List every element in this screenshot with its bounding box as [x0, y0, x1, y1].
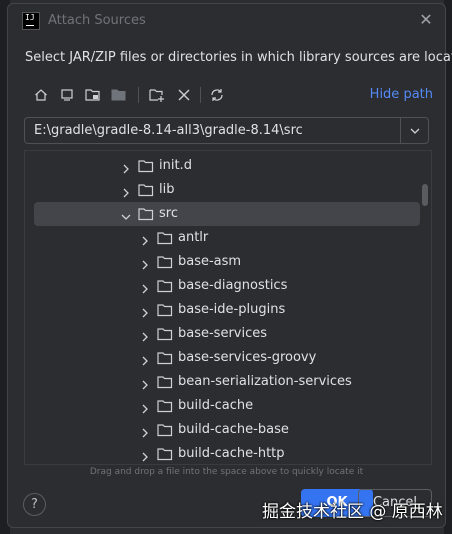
- tree-item-label: build-cache: [178, 398, 254, 413]
- tree-item-label: base-services-groovy: [178, 350, 317, 365]
- chevron-down-icon[interactable]: [408, 123, 422, 137]
- folder-icon: [138, 206, 154, 221]
- tree-item-label: base-services: [178, 326, 268, 341]
- tree-item-label: build-cache-base: [178, 422, 289, 437]
- tree-item-label: init.d: [159, 158, 192, 173]
- chevron-right-icon[interactable]: [120, 184, 132, 198]
- folder-icon: [138, 158, 154, 173]
- tree-row[interactable]: src: [25, 202, 421, 226]
- tree-row[interactable]: build-cache: [25, 394, 421, 418]
- file-chooser-toolbar: Hide path: [30, 84, 433, 106]
- selection-highlight: [34, 202, 420, 226]
- combo-divider: [400, 118, 401, 143]
- toolbar-separator: [200, 87, 201, 103]
- tree-item-label: base-asm: [178, 254, 242, 269]
- tree-row[interactable]: base-services-groovy: [25, 346, 421, 370]
- folder-icon: [157, 446, 173, 461]
- tree-row[interactable]: lib: [25, 178, 421, 202]
- tree-row[interactable]: bean-serialization-services: [25, 370, 421, 394]
- folder-icon: [157, 422, 173, 437]
- chevron-right-icon[interactable]: [139, 448, 151, 462]
- path-combobox[interactable]: E:\gradle\gradle-8.14-all3\gradle-8.14\s…: [24, 117, 429, 144]
- folder-icon: [157, 254, 173, 269]
- chevron-right-icon[interactable]: [139, 352, 151, 366]
- path-value[interactable]: E:\gradle\gradle-8.14-all3\gradle-8.14\s…: [34, 123, 303, 138]
- new-folder-icon[interactable]: [146, 84, 168, 106]
- chevron-right-icon[interactable]: [139, 232, 151, 246]
- chevron-right-icon[interactable]: [120, 160, 132, 174]
- title-bar: IJ Attach Sources ✕: [8, 4, 445, 38]
- folder-icon: [157, 350, 173, 365]
- tree-row[interactable]: build-cache-base: [25, 418, 421, 442]
- tree-item-label: antlr: [178, 230, 209, 245]
- tree-row[interactable]: antlr: [25, 226, 421, 250]
- folder-icon: [157, 278, 173, 293]
- chevron-right-icon[interactable]: [139, 256, 151, 270]
- watermark-text: 掘金技术社区 @ 原西林: [262, 502, 443, 522]
- tree-row[interactable]: base-ide-plugins: [25, 298, 421, 322]
- dialog-description: Select JAR/ZIP files or directories in w…: [25, 50, 452, 65]
- file-tree[interactable]: init.d lib src antlr base-asm base-diagnostic…: [24, 150, 432, 465]
- tree-item-label: src: [159, 206, 178, 221]
- toolbar-separator: [138, 87, 139, 103]
- tree-row[interactable]: build-cache-http: [25, 442, 421, 464]
- folder-icon: [157, 326, 173, 341]
- tree-scrollbar[interactable]: [422, 184, 428, 206]
- tree-row[interactable]: base-diagnostics: [25, 274, 421, 298]
- chevron-right-icon[interactable]: [139, 304, 151, 318]
- hide-path-link[interactable]: Hide path: [370, 87, 433, 102]
- chevron-right-icon[interactable]: [139, 400, 151, 414]
- drag-drop-hint: Drag and drop a file into the space abov…: [89, 467, 364, 477]
- tree-row[interactable]: base-asm: [25, 250, 421, 274]
- tree-item-label: base-ide-plugins: [178, 302, 286, 317]
- home-icon[interactable]: [30, 84, 52, 106]
- intellij-app-icon: IJ: [22, 12, 40, 30]
- folder-icon: [157, 374, 173, 389]
- desktop-icon[interactable]: [56, 84, 78, 106]
- project-folder-icon[interactable]: [82, 84, 104, 106]
- close-icon[interactable]: ✕: [417, 11, 435, 29]
- tree-row[interactable]: base-services: [25, 322, 421, 346]
- tree-item-label: lib: [159, 182, 175, 197]
- chevron-right-icon[interactable]: [139, 376, 151, 390]
- folder-icon: [138, 182, 154, 197]
- help-button[interactable]: ?: [23, 493, 46, 516]
- tree-item-label: build-cache-http: [178, 446, 285, 461]
- refresh-icon[interactable]: [206, 84, 228, 106]
- folder-icon: [157, 230, 173, 245]
- chevron-down-icon[interactable]: [120, 208, 132, 220]
- chevron-right-icon[interactable]: [139, 280, 151, 294]
- folder-icon: [157, 302, 173, 317]
- dialog-title: Attach Sources: [48, 13, 146, 28]
- chevron-right-icon[interactable]: [139, 424, 151, 438]
- tree-item-label: base-diagnostics: [178, 278, 288, 293]
- delete-icon[interactable]: [173, 84, 195, 106]
- tree-item-label: bean-serialization-services: [178, 374, 352, 389]
- module-folder-icon[interactable]: [108, 84, 130, 106]
- chevron-right-icon[interactable]: [139, 328, 151, 342]
- folder-icon: [157, 398, 173, 413]
- attach-sources-dialog: IJ Attach Sources ✕ Select JAR/ZIP files…: [7, 3, 452, 528]
- tree-row[interactable]: init.d: [25, 154, 421, 178]
